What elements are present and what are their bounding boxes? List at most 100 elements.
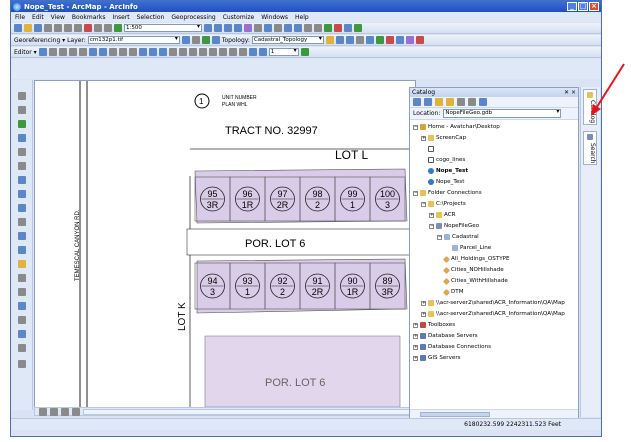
georeferencing-menu[interactable]: Georeferencing ▾ bbox=[14, 37, 65, 44]
rotate-icon[interactable] bbox=[181, 36, 190, 44]
undo-icon[interactable] bbox=[94, 24, 102, 32]
cogo-icon-3[interactable] bbox=[304, 24, 312, 32]
open-icon[interactable] bbox=[24, 24, 32, 32]
data-view-icon[interactable] bbox=[39, 407, 47, 416]
back-arrow-icon[interactable] bbox=[413, 98, 421, 106]
connect-folder-icon[interactable] bbox=[446, 98, 454, 106]
tree-node[interactable]: − Cadastral bbox=[437, 233, 479, 241]
topology-edit-icon[interactable] bbox=[325, 36, 334, 44]
fixed-zoom-out-icon[interactable] bbox=[18, 162, 26, 170]
tree-node[interactable]: + ACR bbox=[429, 211, 456, 219]
tree-node[interactable]: + ScreenCap bbox=[421, 134, 466, 142]
tree-node[interactable]: Nope_Test bbox=[421, 167, 468, 175]
expand-toggle-icon[interactable]: + bbox=[413, 344, 418, 350]
hyperlink-icon[interactable] bbox=[18, 260, 26, 268]
zoom-out-icon[interactable] bbox=[18, 106, 26, 114]
advanced-edit-icon-9[interactable] bbox=[248, 48, 257, 56]
tree-node[interactable]: − Home - Avatchar\Desktop bbox=[413, 123, 500, 131]
catalog-side-tab[interactable]: Catalog bbox=[583, 89, 597, 125]
print-icon[interactable] bbox=[44, 24, 52, 32]
time-slider-icon[interactable] bbox=[18, 344, 26, 352]
tree-node[interactable]: + Database Servers bbox=[413, 332, 478, 340]
advanced-edit-icon-3[interactable] bbox=[188, 48, 197, 56]
cogo-icon-6[interactable] bbox=[334, 24, 342, 32]
arctoolbox-icon[interactable] bbox=[244, 24, 252, 32]
pan-icon[interactable] bbox=[18, 120, 26, 128]
select-elements-icon[interactable] bbox=[18, 232, 26, 240]
expand-toggle-icon[interactable]: + bbox=[421, 311, 426, 317]
tree-node[interactable]: + \\acr-server2\shared\ACR_Information\QA… bbox=[421, 310, 565, 318]
expand-toggle-icon[interactable]: + bbox=[413, 355, 418, 361]
topology-icon-3[interactable] bbox=[345, 36, 354, 44]
tree-node[interactable]: Parcel_Line bbox=[445, 244, 491, 252]
topology-icon-8[interactable] bbox=[395, 36, 404, 44]
toggle-contents-icon[interactable] bbox=[457, 98, 465, 106]
reshape-icon[interactable] bbox=[98, 48, 107, 56]
expand-toggle-icon[interactable]: − bbox=[421, 201, 426, 207]
sketch-properties-icon[interactable] bbox=[148, 48, 157, 56]
back-extent-icon[interactable] bbox=[18, 176, 26, 184]
python-icon[interactable] bbox=[254, 24, 262, 32]
topology-icon-10[interactable] bbox=[415, 36, 424, 44]
menu-selection[interactable]: Selection bbox=[137, 14, 165, 21]
advanced-edit-icon-7[interactable] bbox=[228, 48, 237, 56]
catalog-scrollbar[interactable] bbox=[410, 409, 578, 418]
shift-icon[interactable] bbox=[191, 36, 200, 44]
editor-menu[interactable]: Editor ▾ bbox=[14, 49, 37, 56]
topology-icon-7[interactable] bbox=[385, 36, 394, 44]
maximize-button[interactable]: □ bbox=[578, 2, 588, 11]
menu-help[interactable]: Help bbox=[295, 14, 309, 21]
menu-bookmarks[interactable]: Bookmarks bbox=[72, 14, 106, 21]
horizontal-scrollbar[interactable] bbox=[83, 408, 415, 415]
advanced-edit-icon-6[interactable] bbox=[218, 48, 227, 56]
cogo-icon-1[interactable] bbox=[284, 24, 292, 32]
clear-selection-icon[interactable] bbox=[18, 218, 26, 226]
title-bar[interactable]: Nope_Test - ArcMap - ArcInfo _ □ × bbox=[11, 1, 601, 12]
tree-node[interactable]: − Folder Connections bbox=[413, 189, 482, 197]
tree-node[interactable]: + Toolboxes bbox=[413, 321, 455, 329]
catalog-header[interactable]: Catalog ✕ × bbox=[410, 88, 578, 97]
refresh-catalog-icon[interactable] bbox=[479, 98, 487, 106]
pause-drawing-icon[interactable] bbox=[72, 407, 80, 416]
add-control-points-icon[interactable] bbox=[201, 36, 210, 44]
refresh-icon[interactable] bbox=[61, 407, 69, 416]
measure-icon[interactable] bbox=[18, 288, 26, 296]
save-icon[interactable] bbox=[34, 24, 42, 32]
create-features-icon[interactable] bbox=[158, 48, 167, 56]
trace-icon[interactable] bbox=[78, 48, 87, 56]
menu-view[interactable]: View bbox=[51, 14, 65, 21]
table-of-contents-icon[interactable] bbox=[214, 24, 222, 32]
link-table-icon[interactable] bbox=[211, 36, 220, 44]
value-combo[interactable]: 1 bbox=[268, 48, 299, 56]
attributes-icon[interactable] bbox=[138, 48, 147, 56]
tree-node[interactable]: − C:\Projects bbox=[421, 200, 466, 208]
viewer-window-icon[interactable] bbox=[18, 360, 26, 368]
cogo-icon-4[interactable] bbox=[314, 24, 322, 32]
topology-combo[interactable]: Cadastral_Topology bbox=[251, 36, 324, 44]
advanced-edit-icon-8[interactable] bbox=[238, 48, 247, 56]
topology-icon-5[interactable] bbox=[365, 36, 374, 44]
tree-node[interactable]: Nope_Test bbox=[421, 178, 464, 186]
expand-toggle-icon[interactable]: + bbox=[421, 300, 426, 306]
help-icon[interactable] bbox=[274, 24, 282, 32]
up-one-level-icon[interactable] bbox=[424, 98, 432, 106]
find-route-icon[interactable] bbox=[18, 316, 26, 324]
catalog-close-button[interactable]: ✕ × bbox=[564, 88, 576, 97]
minimize-button[interactable]: _ bbox=[567, 2, 577, 11]
map-view[interactable]: TEMESCAL CANYON RD. 1 UNIT NUMBER PLAN W… bbox=[34, 80, 416, 408]
advanced-edit-icon-5[interactable] bbox=[208, 48, 217, 56]
modelbuilder-icon[interactable] bbox=[264, 24, 272, 32]
scale-combo[interactable]: 1:500 bbox=[124, 24, 202, 32]
rotate-edit-icon[interactable] bbox=[128, 48, 137, 56]
catalog-window-icon[interactable] bbox=[224, 24, 232, 32]
catalog-options-icon[interactable] bbox=[468, 98, 476, 106]
full-extent-icon[interactable] bbox=[18, 134, 26, 142]
search-side-tab[interactable]: Search bbox=[583, 131, 597, 165]
expand-toggle-icon[interactable]: + bbox=[429, 212, 434, 218]
edit-tool-icon[interactable] bbox=[38, 48, 47, 56]
topology-icon-6[interactable] bbox=[375, 36, 384, 44]
find-icon[interactable] bbox=[18, 302, 26, 310]
menu-customize[interactable]: Customize bbox=[223, 14, 255, 21]
paste-icon[interactable] bbox=[74, 24, 82, 32]
cogo-icon-5[interactable] bbox=[324, 24, 332, 32]
